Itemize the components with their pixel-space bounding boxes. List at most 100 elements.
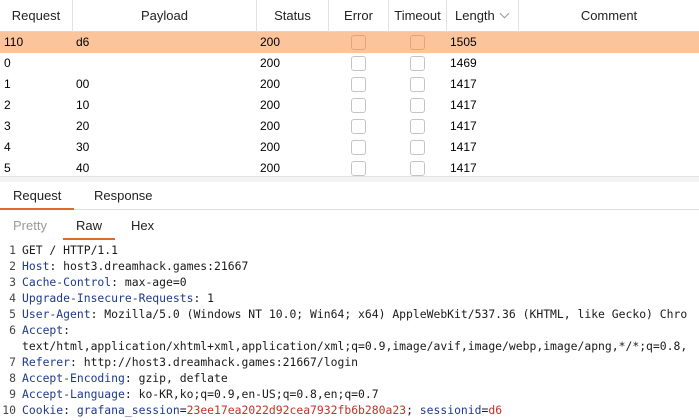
header-name: Host — [22, 259, 50, 273]
table-row[interactable]: 4 30 200 1417 — [0, 137, 699, 158]
cell-status: 200 — [260, 35, 281, 49]
header-name: Referer — [22, 355, 71, 369]
header-name: Accept-Language — [22, 387, 125, 401]
cell-length: 1505 — [450, 35, 477, 49]
line-number: 1 — [9, 243, 16, 257]
table-header: Request Payload Status Error Timeout Len… — [0, 0, 699, 32]
cell-payload: 10 — [76, 98, 90, 112]
header-text: ; — [406, 403, 420, 417]
tab-pretty[interactable]: Pretty — [0, 212, 60, 240]
table-row[interactable]: 1 00 200 1417 — [0, 74, 699, 95]
column-header-timeout[interactable]: Timeout — [389, 0, 447, 32]
timeout-checkbox — [410, 56, 425, 71]
editor-line: 1 GET / HTTP/1.1 — [0, 242, 699, 258]
column-header-request[interactable]: Request — [0, 0, 73, 32]
error-checkbox — [351, 119, 366, 134]
header-text: : 1 — [193, 291, 215, 305]
cell-length: 1417 — [450, 119, 477, 133]
table-row[interactable]: 0 200 1469 — [0, 53, 699, 74]
line-number: 5 — [9, 307, 16, 321]
line-number: 2 — [9, 259, 16, 273]
header-text: : http://host3.dreamhack.games:21667/log… — [70, 355, 359, 369]
timeout-checkbox — [410, 98, 425, 113]
cookie-value: d6 — [488, 403, 503, 417]
line-text: Accept-Encoding: gzip, deflate — [22, 370, 228, 386]
column-header-error[interactable]: Error — [329, 0, 389, 32]
cell-status: 200 — [260, 140, 281, 154]
cell-payload: 00 — [76, 77, 90, 91]
error-checkbox — [351, 56, 366, 71]
cell-request: 110 — [4, 35, 24, 49]
timeout-checkbox — [410, 119, 425, 134]
tab-request[interactable]: Request — [0, 182, 75, 210]
tab-response[interactable]: Response — [81, 182, 166, 210]
error-checkbox — [351, 140, 366, 155]
header-text: : gzip, deflate — [124, 371, 228, 385]
header-text: = — [179, 403, 187, 417]
results-table: Request Payload Status Error Timeout Len… — [0, 0, 699, 176]
line-text: Host: host3.dreamhack.games:21667 — [22, 258, 248, 274]
cookie-value: 23ee17ea2022d92cea7932fb6b280a23 — [186, 403, 407, 417]
table-row[interactable]: 110 d6 200 1505 — [0, 32, 699, 53]
cell-length: 1469 — [450, 56, 477, 70]
editor-line: 9 Accept-Language: ko-KR,ko;q=0.9,en-US;q… — [0, 386, 699, 402]
column-header-status[interactable]: Status — [257, 0, 329, 32]
cell-request: 2 — [4, 98, 11, 112]
cell-request: 0 — [4, 56, 11, 70]
raw-request-editor[interactable]: 1 GET / HTTP/1.1 2 Host: host3.dreamhack.ga… — [0, 240, 699, 420]
cookie-name: grafana_session — [76, 403, 180, 417]
line-number: 8 — [9, 371, 16, 385]
header-name: Accept-Encoding — [22, 371, 125, 385]
cell-payload: 40 — [76, 161, 90, 175]
header-name: Cookie — [22, 403, 64, 417]
error-checkbox — [351, 161, 366, 176]
line-text: Accept-Language: ko-KR,ko;q=0.9,en-US;q=… — [22, 386, 379, 402]
tab-hex[interactable]: Hex — [118, 212, 167, 240]
table-row[interactable]: 2 10 200 1417 — [0, 95, 699, 116]
editor-line: 5 User-Agent: Mozilla/5.0 (Windows NT 10.… — [0, 306, 699, 322]
editor-line: 2 Host: host3.dreamhack.games:21667 — [0, 258, 699, 274]
tab-raw[interactable]: Raw — [63, 212, 116, 240]
table-row[interactable]: 5 40 200 1417 — [0, 158, 699, 176]
header-text: text/html,application/xhtml+xml,applicat… — [22, 339, 688, 353]
cell-length: 1417 — [450, 98, 477, 112]
message-tabs: Request Response — [0, 182, 699, 210]
cell-length: 1417 — [450, 77, 477, 91]
line-number: 6 — [9, 323, 16, 337]
table-row[interactable]: 3 20 200 1417 — [0, 116, 699, 137]
cell-status: 200 — [260, 161, 281, 175]
error-checkbox — [351, 77, 366, 92]
cell-status: 200 — [260, 98, 281, 112]
line-text: Referer: http://host3.dreamhack.games:21… — [22, 354, 358, 370]
header-text: : — [63, 403, 77, 417]
header-text: : max-age=0 — [111, 275, 187, 289]
line-text: Upgrade-Insecure-Requests: 1 — [22, 290, 214, 306]
editor-line: 4 Upgrade-Insecure-Requests: 1 — [0, 290, 699, 306]
header-name: Accept — [22, 323, 64, 337]
header-text: : host3.dreamhack.games:21667 — [49, 259, 249, 273]
header-text: : Mozilla/5.0 (Windows NT 10.0; Win64; x… — [90, 307, 688, 321]
column-header-payload[interactable]: Payload — [73, 0, 257, 32]
cookie-name: sessionid — [419, 403, 482, 417]
cell-length: 1417 — [450, 161, 477, 175]
cell-length: 1417 — [450, 140, 477, 154]
cell-payload: 20 — [76, 119, 90, 133]
column-header-length-label: Length — [455, 8, 495, 23]
timeout-checkbox — [410, 35, 425, 50]
header-name: Upgrade-Insecure-Requests — [22, 291, 194, 305]
line-number: 7 — [9, 355, 16, 369]
editor-line: 7 Referer: http://host3.dreamhack.games:2… — [0, 354, 699, 370]
timeout-checkbox — [410, 161, 425, 176]
error-checkbox — [351, 35, 366, 50]
timeout-checkbox — [410, 140, 425, 155]
cell-request: 3 — [4, 119, 11, 133]
line-text: GET / HTTP/1.1 — [22, 242, 118, 258]
cell-payload: 30 — [76, 140, 90, 154]
editor-line: text/html,application/xhtml+xml,applicat… — [0, 338, 699, 354]
column-header-length[interactable]: Length — [447, 0, 519, 32]
cell-request: 1 — [4, 77, 11, 91]
column-header-comment[interactable]: Comment — [519, 0, 699, 32]
header-text: : — [63, 323, 71, 337]
cell-status: 200 — [260, 77, 281, 91]
view-tabs: Pretty Raw Hex — [0, 212, 699, 240]
